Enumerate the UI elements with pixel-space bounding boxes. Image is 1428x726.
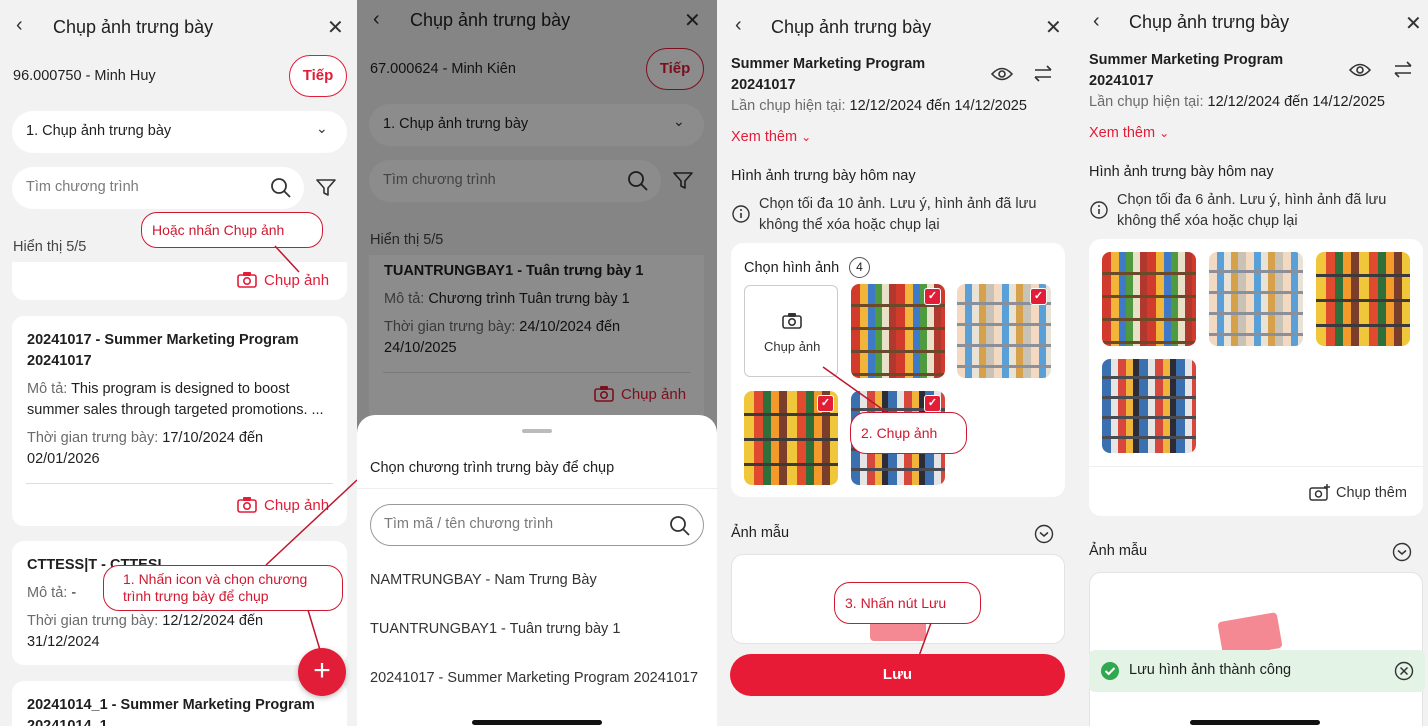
sheet-search-placeholder: Tìm mã / tên chương trình	[384, 516, 554, 532]
success-toast: Lưu hình ảnh thành công	[1089, 650, 1425, 692]
photo-note: Chọn tối đa 10 ảnh. Lưu ý, hình ảnh đã l…	[759, 196, 1037, 233]
switch-icon[interactable]	[1033, 65, 1053, 82]
page-title: Chụp ảnh trưng bày	[1129, 12, 1290, 32]
photo-thumbnail[interactable]	[1209, 252, 1303, 346]
camera-icon[interactable]	[237, 271, 257, 288]
section-title: Hình ảnh trưng bày hôm nay	[1089, 164, 1274, 180]
sample-image-card	[1089, 572, 1423, 726]
program-desc: Mô tả: -	[27, 585, 77, 601]
search-input[interactable]: Tìm chương trình	[12, 167, 304, 209]
home-indicator	[1190, 720, 1320, 725]
list-item[interactable]: NAMTRUNGBAY - Nam Trưng Bày	[370, 570, 597, 591]
page-title: Chụp ảnh trưng bày	[771, 17, 932, 37]
close-icon[interactable]: ✕	[327, 15, 344, 40]
chevron-down-icon: ⌄	[1159, 126, 1170, 140]
camera-plus-icon[interactable]	[1309, 483, 1331, 502]
capture-period: Lần chụp hiện tại: 12/12/2024 đến 14/12/…	[731, 98, 1027, 114]
pick-label: Chọn hình ảnh	[744, 260, 840, 276]
home-indicator	[472, 720, 602, 725]
screen-program-picker: ‹ Chụp ảnh trưng bày ✕ 67.000624 - Minh …	[357, 0, 717, 726]
search-placeholder: Tìm chương trình	[26, 179, 139, 195]
check-icon[interactable]: ✓	[924, 288, 941, 305]
callout-arrows	[265, 479, 357, 651]
filter-icon[interactable]	[316, 178, 336, 196]
sample-title: Ảnh mẫu	[1089, 543, 1148, 559]
back-icon[interactable]: ‹	[735, 14, 742, 37]
page-title: Chụp ảnh trưng bày	[53, 17, 214, 37]
step2-callout: 2. Chụp ảnh	[850, 412, 967, 454]
search-icon[interactable]	[270, 177, 291, 198]
save-button[interactable]: Lưu	[730, 654, 1065, 696]
saved-photos-card: Chụp thêm	[1089, 239, 1423, 516]
program-name: Summer Marketing Program 20241017	[731, 56, 926, 93]
photo-picker-card: Chọn hình ảnh 4 Chụp ảnh ✓ ✓ ✓ ✓	[731, 243, 1065, 497]
program-title: 20241017 - Summer Marketing Program 20241…	[27, 332, 299, 369]
see-more-link[interactable]: Xem thêm ⌄	[1089, 125, 1169, 141]
section-title: Hình ảnh trưng bày hôm nay	[731, 168, 916, 184]
divider	[357, 488, 717, 489]
step-select[interactable]: 1. Chụp ảnh trưng bày ⌄	[12, 111, 347, 153]
eye-icon[interactable]	[1349, 62, 1371, 78]
eye-icon[interactable]	[991, 66, 1013, 82]
step3-callout: 3. Nhấn nút Lưu	[834, 582, 981, 624]
photo-note: Chọn tối đa 6 ảnh. Lưu ý, hình ảnh đã lư…	[1117, 192, 1387, 229]
photo-thumbnail[interactable]: ✓	[957, 284, 1051, 378]
program-card[interactable]: 20241014_1 - Summer Marketing Program 202…	[12, 681, 347, 726]
info-icon	[732, 205, 750, 223]
screen-capture-photos: ‹ Chụp ảnh trưng bày ✕ Summer Marketing …	[717, 0, 1075, 726]
search-icon[interactable]	[669, 515, 690, 536]
user-info: 96.000750 - Minh Huy	[13, 68, 156, 84]
back-icon[interactable]: ‹	[1093, 10, 1100, 33]
toast-message: Lưu hình ảnh thành công	[1129, 662, 1292, 678]
list-item[interactable]: 20241017 - Summer Marketing Program 2024…	[370, 668, 698, 689]
program-time: Thời gian trưng bày: 12/12/2024 đến 31/1…	[27, 613, 264, 650]
close-icon[interactable]: ✕	[1045, 15, 1062, 40]
screen-saved-success: ‹ Chụp ảnh trưng bày ✕ Summer Marketing …	[1075, 0, 1428, 726]
program-name: Summer Marketing Program 20241017	[1089, 52, 1284, 89]
chevron-down-icon: ⌄	[801, 130, 812, 144]
divider	[1089, 466, 1423, 467]
step-select-value: 1. Chụp ảnh trưng bày	[26, 123, 172, 139]
camera-icon[interactable]	[237, 496, 257, 513]
see-more-link[interactable]: Xem thêm ⌄	[731, 129, 811, 145]
check-icon[interactable]: ✓	[1030, 288, 1047, 305]
close-icon[interactable]: ✕	[1405, 11, 1422, 36]
sheet-title: Chọn chương trình trưng bày để chụp	[370, 460, 615, 476]
switch-icon[interactable]	[1393, 61, 1413, 78]
check-icon[interactable]: ✓	[924, 395, 941, 412]
program-title: 20241014_1 - Summer Marketing Program 202…	[27, 697, 315, 726]
program-time: Thời gian trưng bày: 17/10/2024 đến 02/0…	[27, 430, 264, 467]
photo-thumbnail[interactable]	[1102, 359, 1196, 453]
sheet-search-input[interactable]: Tìm mã / tên chương trình	[370, 504, 704, 546]
capture-tile-label: Chụp ảnh	[764, 339, 821, 354]
result-count: Hiển thị 5/5	[13, 239, 87, 255]
callout-arrow	[822, 366, 890, 415]
chevron-down-circle-icon[interactable]	[1034, 524, 1054, 544]
info-icon	[1090, 201, 1108, 219]
screen-program-list: ‹ Chụp ảnh trưng bày ✕ 96.000750 - Minh …	[0, 0, 357, 726]
photo-count-badge: 4	[849, 257, 870, 278]
add-fab-button[interactable]: +	[298, 648, 346, 696]
sample-title: Ảnh mẫu	[731, 525, 790, 541]
capture-period: Lần chụp hiện tại: 12/12/2024 đến 14/12/…	[1089, 94, 1385, 110]
back-icon[interactable]: ‹	[16, 14, 23, 37]
photo-thumbnail[interactable]	[1102, 252, 1196, 346]
program-desc: Mô tả: This program is designed to boost…	[27, 381, 324, 418]
chevron-down-icon: ⌄	[316, 120, 328, 136]
check-circle-icon	[1101, 662, 1119, 680]
chevron-down-circle-icon[interactable]	[1392, 542, 1412, 562]
next-button[interactable]: Tiếp	[289, 55, 347, 97]
program-picker-sheet: Chọn chương trình trưng bày để chụp Tìm …	[357, 415, 717, 726]
photo-thumbnail[interactable]	[1316, 252, 1410, 346]
list-item[interactable]: TUANTRUNGBAY1 - Tuân trưng bày 1	[370, 619, 620, 640]
capture-more-link[interactable]: Chụp thêm	[1336, 483, 1407, 504]
drag-handle[interactable]	[522, 429, 552, 433]
camera-icon	[782, 313, 802, 329]
close-circle-icon[interactable]	[1394, 661, 1414, 681]
callout-arrow	[274, 245, 300, 273]
